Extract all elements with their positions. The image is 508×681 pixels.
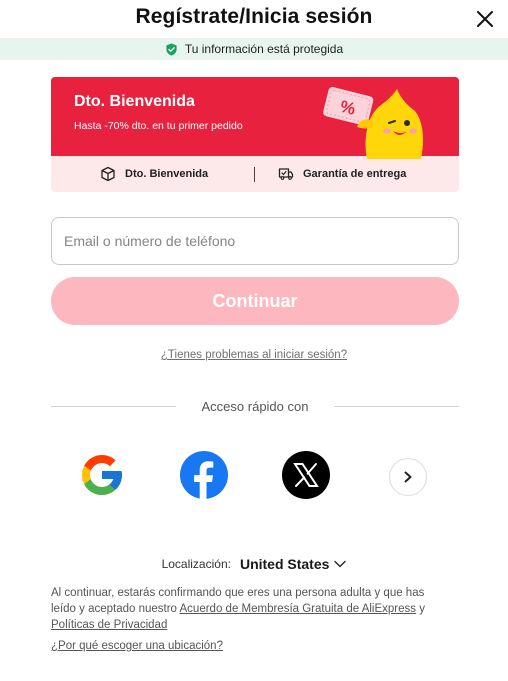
location-select[interactable]: United States xyxy=(239,556,347,572)
banner-subtitle: Hasta -70% dto. en tu primer pedido xyxy=(74,120,243,132)
location-value: United States xyxy=(239,556,330,572)
privacy-policy-link[interactable]: Políticas de Privacidad xyxy=(51,619,167,631)
mascot-coupon-illustration: % xyxy=(323,87,423,159)
google-icon[interactable] xyxy=(78,451,126,499)
membership-agreement-link[interactable]: Acuerdo de Membresía Gratuita de AliExpr… xyxy=(180,603,417,615)
protected-info-text: Tu información está protegida xyxy=(184,42,344,56)
quick-access-label: Acceso rápido con xyxy=(201,399,309,414)
legal-and: y xyxy=(416,603,425,615)
shield-check-icon xyxy=(166,42,177,56)
login-modal: Regístrate/Inicia sesión Tu información … xyxy=(0,0,508,681)
email-phone-input[interactable] xyxy=(51,217,459,265)
chevron-down-icon xyxy=(334,560,347,568)
divider-left xyxy=(51,406,176,407)
perk-welcome-discount: Dto. Bienvenida xyxy=(100,166,208,182)
banner-perks: Dto. Bienvenida Garantía de entrega xyxy=(51,156,459,192)
truck-icon xyxy=(278,168,294,180)
perk-divider xyxy=(254,167,255,182)
protected-info-bar: Tu información está protegida xyxy=(0,38,508,60)
page-title: Regístrate/Inicia sesión xyxy=(135,5,373,28)
location-label: Localización: xyxy=(161,557,231,571)
x-icon[interactable] xyxy=(282,451,330,499)
modal-header: Regístrate/Inicia sesión xyxy=(0,0,508,36)
close-icon[interactable] xyxy=(474,8,496,30)
divider-right xyxy=(334,406,459,407)
legal-notice: Al continuar, estarás confirmando que er… xyxy=(51,585,451,633)
box-icon xyxy=(101,166,115,182)
facebook-icon[interactable] xyxy=(180,451,228,499)
continue-button[interactable]: Continuar xyxy=(51,277,459,325)
why-location-link[interactable]: ¿Por qué escoger una ubicación? xyxy=(51,640,223,652)
location-row: Localización: United States xyxy=(0,556,508,572)
banner-title: Dto. Bienvenida xyxy=(74,93,195,110)
more-providers-button[interactable] xyxy=(389,458,427,496)
perk-delivery-label: Garantía de entrega xyxy=(303,168,407,180)
chevron-right-icon xyxy=(404,471,412,483)
banner-header: Dto. Bienvenida Hasta -70% dto. en tu pr… xyxy=(51,77,459,159)
login-trouble-link[interactable]: ¿Tienes problemas al iniciar sesión? xyxy=(0,349,508,361)
perk-delivery-guarantee: Garantía de entrega xyxy=(278,166,406,182)
welcome-banner: Dto. Bienvenida Hasta -70% dto. en tu pr… xyxy=(51,77,459,192)
perk-welcome-label: Dto. Bienvenida xyxy=(125,168,209,180)
